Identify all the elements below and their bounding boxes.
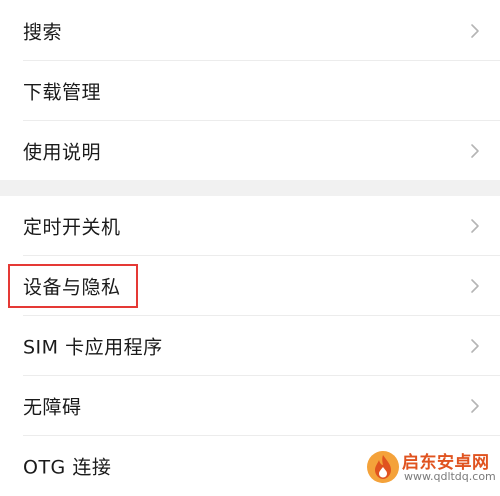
settings-item-label: SIM 卡应用程序 [23, 336, 163, 359]
settings-item-search[interactable]: 搜索 [0, 0, 500, 61]
section-separator [0, 180, 500, 196]
settings-item-device-privacy[interactable]: 设备与隐私 [0, 256, 500, 316]
settings-item-scheduled-power[interactable]: 定时开关机 [0, 196, 500, 256]
chevron-right-icon [471, 279, 479, 293]
watermark: 启东安卓网 www.qdltdq.com [366, 446, 496, 488]
settings-item-label: 定时开关机 [23, 216, 121, 239]
settings-item-label: 下载管理 [23, 81, 102, 104]
chevron-right-icon [471, 23, 479, 38]
settings-item-accessibility[interactable]: 无障碍 [0, 376, 500, 436]
settings-item-label: 无障碍 [23, 396, 82, 419]
watermark-url: www.qdltdq.com [404, 470, 496, 483]
settings-item-label: OTG 连接 [23, 456, 112, 479]
chevron-right-icon [471, 219, 479, 233]
settings-item-label: 设备与隐私 [23, 276, 121, 299]
chevron-right-icon [471, 144, 479, 158]
chevron-right-icon [471, 399, 479, 413]
settings-item-instructions[interactable]: 使用说明 [0, 121, 500, 181]
settings-item-download-manager[interactable]: 下载管理 [0, 61, 500, 121]
settings-group-1: 搜索 下载管理 使用说明 [0, 0, 500, 181]
flame-logo-icon [367, 451, 399, 483]
settings-item-label: 搜索 [23, 21, 63, 43]
settings-item-sim-toolkit[interactable]: SIM 卡应用程序 [0, 316, 500, 376]
settings-item-label: 使用说明 [23, 141, 102, 164]
settings-screen: 搜索 下载管理 使用说明 定时开关机 设备与隐私 SIM 卡应用程序 无障碍 O… [0, 0, 500, 494]
chevron-right-icon [471, 339, 479, 353]
